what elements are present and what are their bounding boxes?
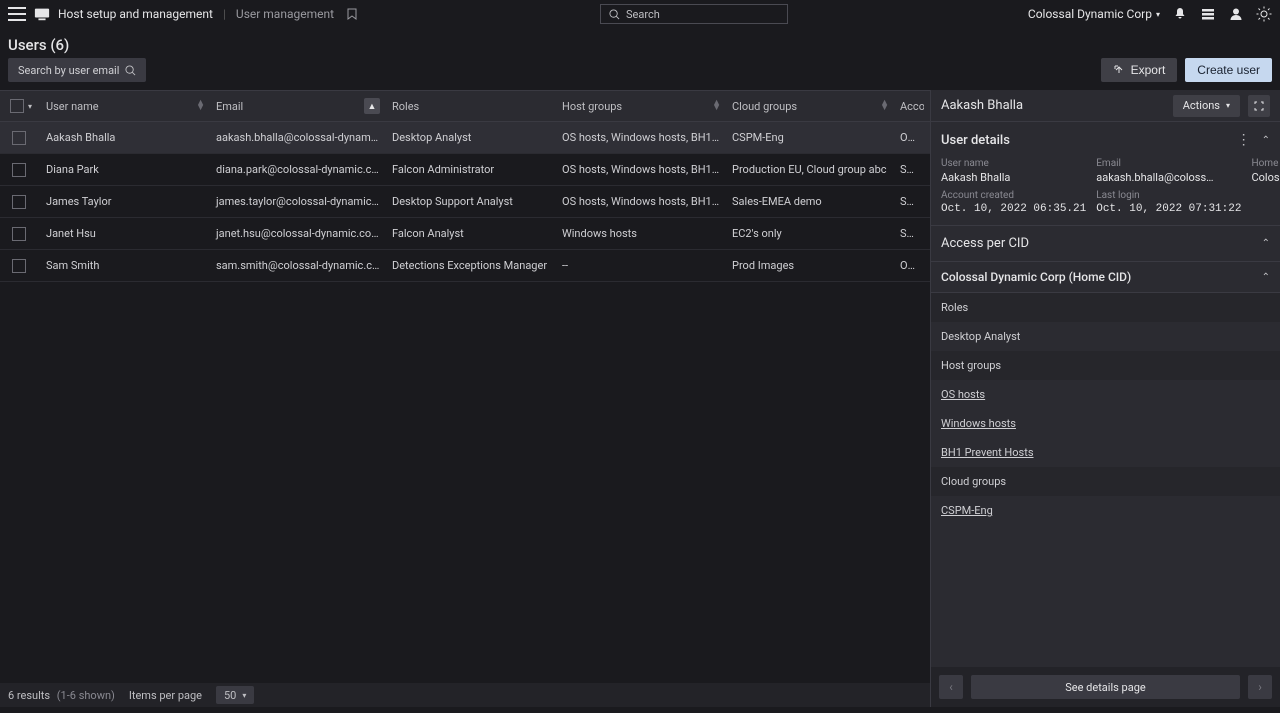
row-checkbox[interactable] xyxy=(6,227,40,241)
panel-prev-button[interactable]: ‹ xyxy=(939,675,963,699)
breadcrumb: Host setup and management | User managem… xyxy=(58,6,360,22)
see-details-page-button[interactable]: See details page xyxy=(971,675,1240,699)
table-footer: 6 results (1-6 shown) Items per page 50▾ xyxy=(0,683,930,707)
panel-actions-button[interactable]: Actions▾ xyxy=(1173,95,1240,117)
access-per-cid-header[interactable]: Access per CID ⌃ xyxy=(931,226,1280,261)
topbar: Host setup and management | User managem… xyxy=(0,0,1280,28)
host-group-link[interactable]: BH1 Prevent Hosts xyxy=(931,438,1280,467)
cloud-group-link[interactable]: CSPM-Eng xyxy=(931,496,1280,525)
panel-expand-button[interactable] xyxy=(1248,95,1270,117)
collapse-icon[interactable]: ⌃ xyxy=(1262,135,1270,146)
row-checkbox[interactable] xyxy=(6,259,40,273)
bell-icon[interactable] xyxy=(1172,6,1188,22)
bookmark-icon[interactable] xyxy=(344,6,360,22)
breadcrumb-host-setup[interactable]: Host setup and management xyxy=(58,7,213,21)
items-per-page-label: Items per page xyxy=(129,689,202,702)
column-roles[interactable]: Roles xyxy=(386,100,556,113)
column-account-created[interactable]: Acco xyxy=(894,100,924,113)
row-checkbox[interactable] xyxy=(6,163,40,177)
row-checkbox[interactable] xyxy=(6,131,40,145)
filter-search-by-email[interactable]: Search by user email xyxy=(8,58,146,82)
results-shown: (1-6 shown) xyxy=(57,689,115,702)
details-panel: Aakash Bhalla Actions▾ User details ⋮ ⌃ … xyxy=(930,90,1280,707)
row-checkbox[interactable] xyxy=(6,195,40,209)
panel-next-button[interactable]: › xyxy=(1248,675,1272,699)
export-button[interactable]: Export xyxy=(1101,58,1178,82)
filter-chip-label: Search by user email xyxy=(18,64,119,77)
host-group-link[interactable]: OS hosts xyxy=(931,380,1280,409)
panel-user-name: Aakash Bhalla xyxy=(941,98,1165,113)
role-item: Desktop Analyst xyxy=(931,322,1280,351)
items-per-page-select[interactable]: 50▾ xyxy=(216,686,254,704)
stack-icon[interactable] xyxy=(1200,6,1216,22)
detail-home-cid: Colossal Dynamic Corp xyxy=(1251,171,1280,184)
sun-icon[interactable] xyxy=(1256,6,1272,22)
results-count: 6 results xyxy=(8,689,50,702)
column-host-groups[interactable]: Host groups▲▼ xyxy=(556,100,726,113)
cid-header[interactable]: Colossal Dynamic Corp (Home CID) ⌃ xyxy=(931,261,1280,293)
column-user-name[interactable]: User name▲▼ xyxy=(40,100,210,113)
page-header: Users (6) xyxy=(0,28,1280,58)
user-icon[interactable] xyxy=(1228,6,1244,22)
cloud-groups-label: Cloud groups xyxy=(931,467,1280,496)
org-name: Colossal Dynamic Corp xyxy=(1028,7,1152,21)
global-search-placeholder: Search xyxy=(626,8,660,21)
org-switcher[interactable]: Colossal Dynamic Corp ▾ xyxy=(1028,7,1160,21)
page-title: Users (6) xyxy=(8,36,69,54)
host-group-link[interactable]: Windows hosts xyxy=(931,409,1280,438)
detail-user-name: Aakash Bhalla xyxy=(941,171,1086,184)
breadcrumb-user-management[interactable]: User management xyxy=(236,7,334,21)
toolbar: Search by user email Export Create user xyxy=(0,58,1280,90)
menu-icon[interactable] xyxy=(8,7,26,21)
column-cloud-groups[interactable]: Cloud groups▲▼ xyxy=(726,100,894,113)
roles-label: Roles xyxy=(931,293,1280,322)
export-label: Export xyxy=(1131,63,1166,77)
host-groups-label: Host groups xyxy=(931,351,1280,380)
detail-last-login: Oct. 10, 2022 07:31:22 xyxy=(1096,203,1241,215)
panel-section-title: User details xyxy=(941,133,1010,148)
select-all-checkbox[interactable]: ▾ xyxy=(6,99,40,113)
kebab-icon[interactable]: ⋮ xyxy=(1237,132,1252,148)
detail-email: aakash.bhalla@coloss… xyxy=(1096,171,1241,184)
detail-account-created: Oct. 10, 2022 06:35.21 xyxy=(941,203,1086,215)
global-search-input[interactable]: Search xyxy=(600,4,788,24)
column-email[interactable]: Email▲ xyxy=(210,98,386,114)
create-user-button[interactable]: Create user xyxy=(1185,58,1272,82)
monitor-icon[interactable] xyxy=(34,6,50,22)
